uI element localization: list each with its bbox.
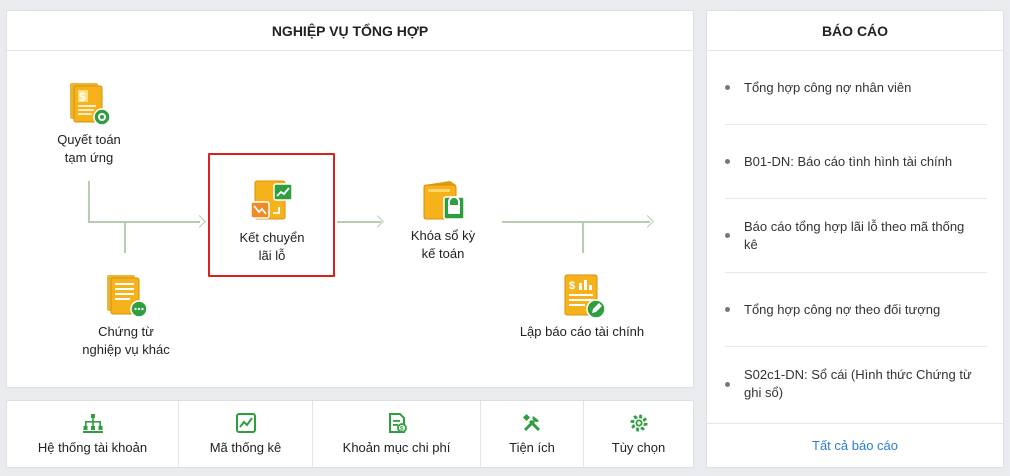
report-link[interactable]: Tổng hợp công nợ nhân viên [744, 79, 987, 97]
report-item[interactable]: B01-DN: Báo cáo tình hình tài chính [725, 125, 987, 199]
bullet-icon [725, 159, 730, 164]
flow-label: Khóa sổ kỳ kế toán [410, 228, 476, 261]
tool-statistic-code[interactable]: Mã thống kê [179, 401, 313, 467]
cost-document-icon: $ [388, 413, 407, 433]
connector-line [582, 221, 584, 253]
selection-highlight [208, 153, 335, 277]
report-link[interactable]: Báo cáo tổng hợp lãi lỗ theo mã thống kê [744, 218, 987, 254]
flow-advance-settlement[interactable]: $ Quyết toán tạm ứng [47, 81, 131, 167]
connector-line [124, 221, 126, 253]
document-more-icon [107, 275, 148, 318]
svg-text:$: $ [79, 90, 86, 104]
tool-label: Mã thống kê [209, 440, 282, 455]
bullet-icon [725, 85, 730, 90]
svg-text:$: $ [569, 280, 575, 292]
tool-label: Hệ thống tài khoản [37, 440, 148, 455]
report-item[interactable]: Báo cáo tổng hợp lãi lỗ theo mã thống kê [725, 199, 987, 273]
tool-options[interactable]: Tùy chọn [584, 401, 693, 467]
flow-other-vouchers[interactable]: Chứng từ nghiệp vụ khác [67, 273, 185, 359]
tools-bar: Hệ thống tài khoản Mã thống kê $ Khoản m… [6, 400, 694, 468]
flow-label: Quyết toán tạm ứng [57, 132, 121, 165]
connector-line [88, 221, 200, 223]
arrow-icon [641, 215, 654, 228]
general-operations-panel: NGHIỆP VỤ TỔNG HỢP $ Quyết toán tạm ứng [6, 10, 694, 388]
panel-title: NGHIỆP VỤ TỔNG HỢP [7, 11, 693, 51]
lock-book-icon [423, 181, 465, 220]
bullet-icon [725, 381, 730, 387]
tools-icon [522, 413, 541, 432]
panel-title: BÁO CÁO [707, 11, 1003, 51]
report-link[interactable]: Tổng hợp công nợ theo đối tượng [744, 301, 987, 319]
flow-label: Lập báo cáo tài chính [519, 324, 645, 339]
report-list: Tổng hợp công nợ nhân viên B01-DN: Báo c… [707, 51, 1003, 421]
tool-cost-items[interactable]: $ Khoản mục chi phí [313, 401, 481, 467]
tool-label: Tiện ích [509, 440, 555, 455]
report-item[interactable]: Tổng hợp công nợ nhân viên [725, 51, 987, 125]
connector-line [502, 221, 650, 223]
tool-utilities[interactable]: Tiện ích [481, 401, 584, 467]
report-link[interactable]: B01-DN: Báo cáo tình hình tài chính [744, 153, 987, 171]
report-item[interactable]: S02c1-DN: Sổ cái (Hình thức Chứng từ ghi… [725, 347, 987, 421]
gear-icon [629, 414, 648, 432]
connector-line [88, 181, 90, 223]
report-item[interactable]: Tổng hợp công nợ theo đối tượng [725, 273, 987, 347]
arrow-icon [193, 215, 206, 228]
tool-account-system[interactable]: Hệ thống tài khoản [7, 401, 179, 467]
flow-financial-report[interactable]: $ Lập báo cáo tài chính [507, 273, 657, 341]
money-settings-icon: $ [70, 83, 111, 126]
bullet-icon [725, 307, 730, 312]
report-edit-icon: $ [564, 274, 605, 319]
all-reports-link[interactable]: Tất cả báo cáo [707, 423, 1003, 467]
chart-icon [235, 413, 256, 433]
reports-panel: BÁO CÁO Tổng hợp công nợ nhân viên B01-D… [706, 10, 1004, 468]
arrow-icon [371, 215, 384, 228]
flow-lock-books[interactable]: Khóa sổ kỳ kế toán [399, 177, 487, 263]
tool-label: Tùy chọn [611, 440, 666, 455]
account-tree-icon [82, 414, 103, 433]
report-link[interactable]: S02c1-DN: Sổ cái (Hình thức Chứng từ ghi… [744, 366, 987, 402]
flow-label: Chứng từ nghiệp vụ khác [82, 324, 170, 357]
tool-label: Khoản mục chi phí [342, 440, 451, 455]
bullet-icon [725, 233, 730, 238]
